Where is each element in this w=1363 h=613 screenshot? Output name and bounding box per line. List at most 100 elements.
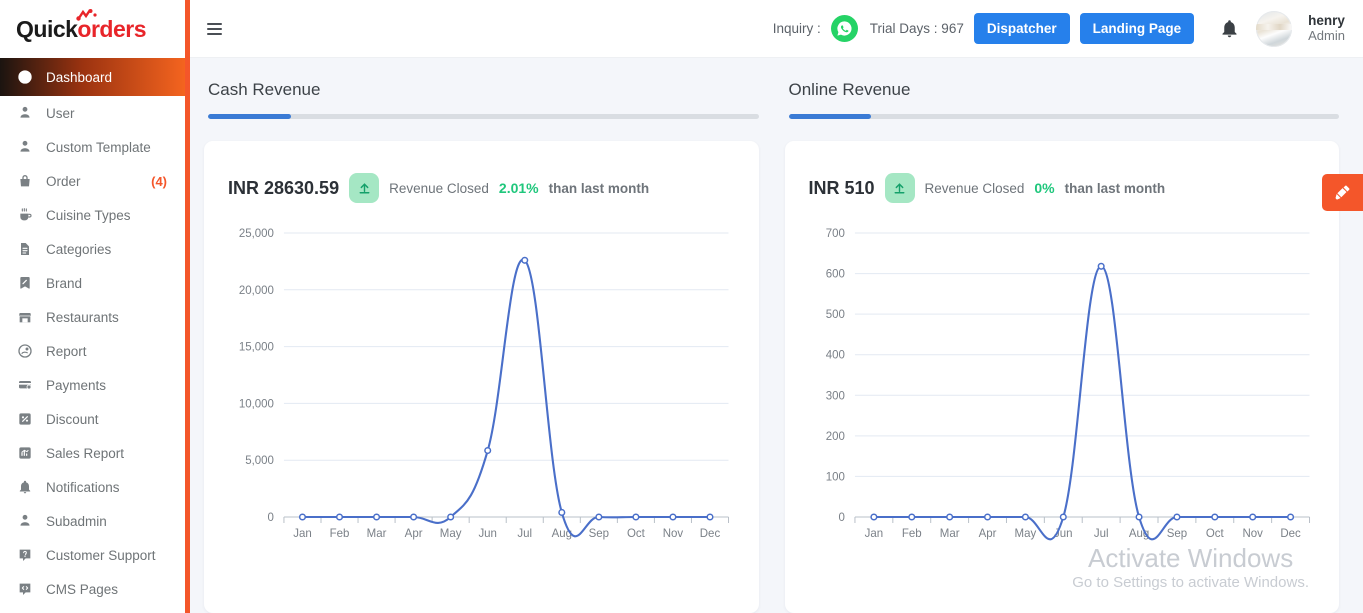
sidebar-item-label: Custom Template xyxy=(46,139,151,155)
online-revenue-progress xyxy=(788,114,1339,119)
sidebar-item-label: Categories xyxy=(46,241,112,257)
hamburger-icon[interactable] xyxy=(204,18,226,40)
y-axis-tick-label: 300 xyxy=(825,390,844,402)
chart-data-point[interactable] xyxy=(484,446,492,455)
chart-data-point[interactable] xyxy=(669,513,677,521)
bell-icon xyxy=(16,479,33,496)
x-axis-tick-label: Apr xyxy=(978,528,996,540)
chart-data-point[interactable] xyxy=(447,513,455,521)
sidebar-item-discount[interactable]: Discount xyxy=(0,402,185,436)
sidebar-item-dashboard[interactable]: Dashboard xyxy=(0,58,185,96)
chart-data-point[interactable] xyxy=(373,513,381,521)
chart-data-point[interactable] xyxy=(1135,513,1143,521)
x-axis-tick-label: Jul xyxy=(1093,528,1108,540)
avatar[interactable] xyxy=(1256,10,1293,47)
cash-revenue-percent-tail: than last month xyxy=(548,180,650,196)
chart-data-point[interactable] xyxy=(1021,513,1029,521)
x-axis-tick-label: Sep xyxy=(1166,528,1186,540)
chart-svg: 0100200300400500600700Jan Feb Mar Apr May Jun… xyxy=(825,228,1310,541)
help-icon xyxy=(16,547,33,564)
cash-revenue-column: Cash Revenue INR 28630.59 Revenue Closed… xyxy=(204,80,759,613)
dashboard-icon xyxy=(16,69,33,86)
y-axis-tick-label: 10,000 xyxy=(239,398,274,410)
sidebar-item-custom-template[interactable]: Custom Template xyxy=(0,130,185,164)
x-axis-tick-label: Mar xyxy=(367,528,387,540)
x-axis-tick-label: Jul xyxy=(517,528,532,540)
report-icon xyxy=(16,343,33,360)
chart-data-point[interactable] xyxy=(1172,513,1180,521)
cash-revenue-title: Cash Revenue xyxy=(208,80,321,99)
chart-icon xyxy=(16,445,33,462)
cash-revenue-chart[interactable]: 0 5,000 10,000 15,000 20,000 25,000 Jan Feb Mar A… xyxy=(222,221,741,551)
user-name: henry xyxy=(1308,13,1345,29)
tag-icon xyxy=(16,275,33,292)
landing-page-button[interactable]: Landing Page xyxy=(1079,13,1195,44)
chart-data-point[interactable] xyxy=(521,256,529,264)
x-axis-tick-label: May xyxy=(1014,528,1036,540)
bag-icon xyxy=(16,173,33,190)
chart-data-point[interactable] xyxy=(1097,262,1105,270)
chart-data-point[interactable] xyxy=(706,513,714,521)
x-axis-tick-label: Dec xyxy=(1280,528,1301,540)
sidebar-item-label: Report xyxy=(46,343,87,359)
user-menu[interactable]: henry Admin xyxy=(1308,13,1345,43)
percent-icon xyxy=(16,411,33,428)
sidebar-item-report[interactable]: Report xyxy=(0,334,185,368)
sidebar-item-payments[interactable]: Payments xyxy=(0,368,185,402)
store-icon xyxy=(16,309,33,326)
chart-data-point[interactable] xyxy=(558,508,566,517)
x-axis-tick-label: Feb xyxy=(330,528,350,540)
online-revenue-chart[interactable]: 0 100 200 300 400 500 600 700 Jan Feb Mar Apr May Jun… xyxy=(803,221,1322,551)
main-area: Inquiry : Trial Days : 967 Dispatcher La… xyxy=(190,0,1363,613)
sidebar-item-brand[interactable]: Brand xyxy=(0,266,185,300)
sidebar-item-order[interactable]: Order (4) xyxy=(0,164,185,198)
chart-data-point[interactable] xyxy=(1210,513,1218,521)
sidebar-item-label: Customer Support xyxy=(46,547,156,563)
y-axis-tick-label: 5,000 xyxy=(245,455,274,467)
card-icon xyxy=(16,377,33,394)
y-axis-tick-label: 20,000 xyxy=(239,285,274,297)
online-revenue-status: Revenue Closed xyxy=(924,180,1025,196)
theme-settings-button[interactable] xyxy=(1322,174,1363,211)
chart-data-point[interactable] xyxy=(632,513,640,521)
sidebar-item-categories[interactable]: Categories xyxy=(0,232,185,266)
topbar: Inquiry : Trial Days : 967 Dispatcher La… xyxy=(190,0,1363,58)
chart-data-point[interactable] xyxy=(298,513,307,521)
brand-logo[interactable]: Quickorders xyxy=(0,0,185,58)
chart-data-point[interactable] xyxy=(410,513,418,521)
notification-bell-icon[interactable] xyxy=(1216,16,1242,42)
chart-data-point[interactable] xyxy=(907,513,915,521)
sidebar-item-sales-report[interactable]: Sales Report xyxy=(0,436,185,470)
sidebar-item-user[interactable]: User xyxy=(0,96,185,130)
sidebar-item-cuisine-types[interactable]: Cuisine Types xyxy=(0,198,185,232)
dispatcher-button[interactable]: Dispatcher xyxy=(973,13,1070,44)
chart-data-point[interactable] xyxy=(1248,513,1256,521)
chart-series-line xyxy=(873,265,1291,541)
sidebar-item-subadmin[interactable]: Subadmin xyxy=(0,504,185,538)
cash-revenue-card: INR 28630.59 Revenue Closed 2.01% than l… xyxy=(204,141,759,613)
online-revenue-title: Online Revenue xyxy=(788,80,911,99)
chart-data-point[interactable] xyxy=(595,513,603,521)
x-axis-tick-label: Jan xyxy=(864,528,883,540)
sidebar-item-notifications[interactable]: Notifications xyxy=(0,470,185,504)
chart-data-point[interactable] xyxy=(945,513,953,521)
chart-data-point[interactable] xyxy=(869,513,877,521)
sidebar-item-customer-support[interactable]: Customer Support xyxy=(0,538,185,572)
chart-data-point[interactable] xyxy=(335,513,344,521)
sidebar-item-cms-pages[interactable]: CMS Pages xyxy=(0,572,185,606)
chart-data-point[interactable] xyxy=(983,513,991,521)
online-revenue-amount: INR 510 xyxy=(808,177,875,198)
y-axis-tick-label: 500 xyxy=(825,309,844,321)
chart-data-point[interactable] xyxy=(1059,513,1067,521)
sidebar-item-label: CMS Pages xyxy=(46,581,119,597)
whatsapp-icon[interactable] xyxy=(830,15,858,42)
topbar-right: Inquiry : Trial Days : 967 Dispatcher La… xyxy=(772,10,1345,47)
paintbrush-icon xyxy=(1335,185,1350,200)
sidebar-item-restaurants[interactable]: Restaurants xyxy=(0,300,185,334)
chart-data-point[interactable] xyxy=(1286,513,1294,521)
arrow-up-icon xyxy=(884,173,915,203)
inquiry-label: Inquiry : xyxy=(772,21,821,36)
x-axis-tick-label: Jan xyxy=(293,528,312,540)
x-axis-tick-label: May xyxy=(440,528,462,540)
sidebar-item-label: User xyxy=(46,105,75,121)
